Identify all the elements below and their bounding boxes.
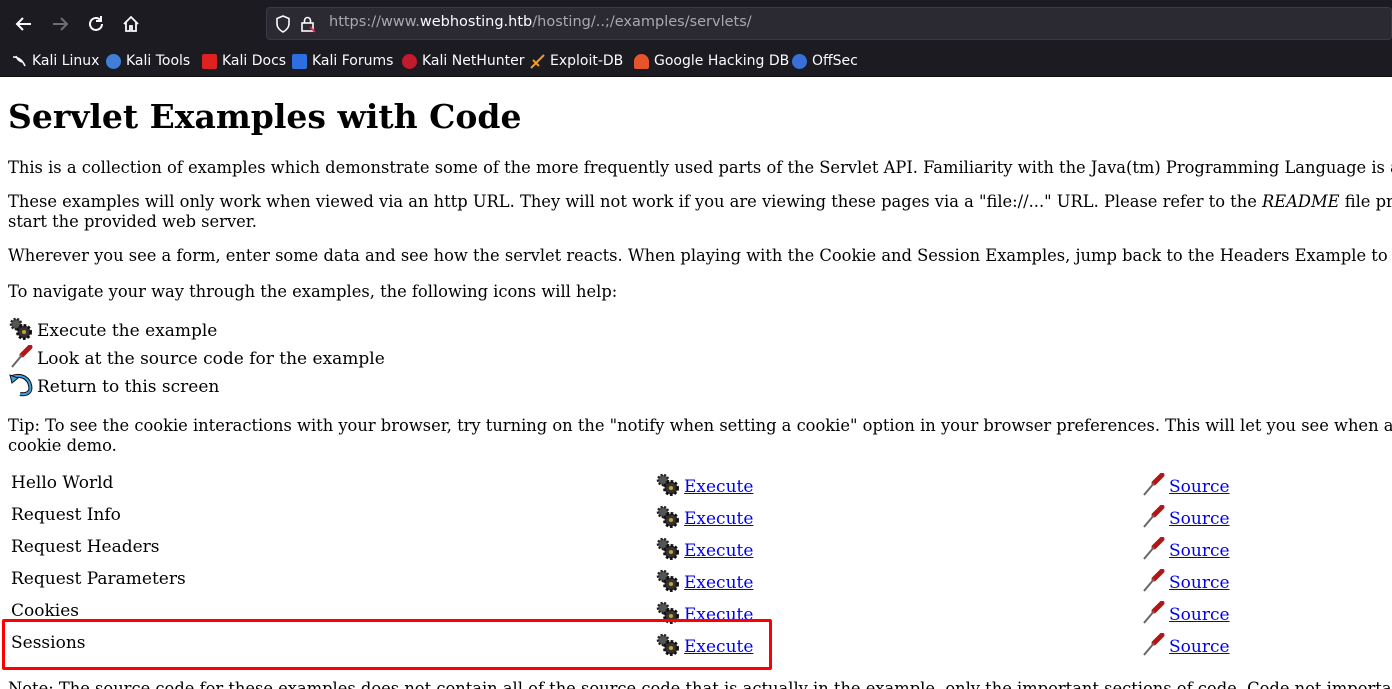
readme-emphasis: README [1262,192,1340,211]
screwdriver-icon [8,344,34,369]
page-content: Servlet Examples with Code This is a col… [0,77,1392,689]
legend-label: Return to this screen [37,377,220,397]
execute-link[interactable]: Execute [684,541,753,561]
source-link[interactable]: Source [1169,477,1230,497]
execute-cell: Execute [655,505,753,529]
lock-icon[interactable] [299,15,317,33]
kali-docs-icon [202,53,217,69]
legend-label: Execute the example [37,321,218,341]
kali-nethunter-icon [402,53,417,69]
form-paragraph: Wherever you see a form, enter some data… [8,246,1392,265]
kali-forums-icon [292,53,307,69]
bookmark-kali-nethunter[interactable]: Kali NetHunter [402,51,524,71]
reload-button[interactable] [82,10,110,38]
example-name-hello-world: Hello World [11,473,114,493]
source-cell: Source [1140,536,1230,561]
screwdriver-icon [1140,632,1166,657]
execute-link[interactable]: Execute [684,573,753,593]
sessions-highlight-box [2,619,772,670]
example-name-request-info: Request Info [11,505,121,525]
source-cell: Source [1140,472,1230,497]
screwdriver-icon [1140,600,1166,625]
tip-paragraph-line2: cookie demo. [8,436,117,455]
source-link[interactable]: Source [1169,509,1230,529]
note-paragraph: Note: The source code for these examples… [8,679,1392,689]
para-text: file provi [1344,192,1392,211]
url-domain: webhosting.htb [419,14,533,30]
example-name-request-headers: Request Headers [11,537,160,557]
browser-toolbar: https://www.webhosting.htb/hosting/..;/e… [0,0,1392,48]
offsec-icon [792,53,807,69]
http-paragraph-line1: These examples will only work when viewe… [8,192,1392,211]
forward-arrow-icon [53,17,69,31]
source-cell: Source [1140,504,1230,529]
bookmark-label: Kali Docs [222,53,287,69]
bookmark-exploit-db[interactable]: Exploit-DB [530,51,623,71]
bookmark-label: Exploit-DB [550,53,624,69]
source-link[interactable]: Source [1169,637,1230,657]
source-cell: Source [1140,600,1230,625]
navigate-paragraph: To navigate your way through the example… [8,282,618,301]
bookmark-kali-linux[interactable]: Kali Linux [12,51,99,71]
bookmark-label: Google Hacking DB [654,53,790,69]
legend-execute: Execute the example [8,317,217,341]
back-arrow-icon [15,17,31,31]
url-path: /hosting/..;/examples/servlets/ [532,14,752,30]
gears-icon [8,317,34,341]
source-link[interactable]: Source [1169,605,1230,625]
execute-cell: Execute [655,537,753,561]
shield-icon[interactable] [275,15,291,33]
gears-icon [655,473,681,497]
execute-link[interactable]: Execute [684,477,753,497]
home-button[interactable] [117,10,145,38]
bookmark-kali-tools[interactable]: Kali Tools [106,51,190,71]
intro-paragraph: This is a collection of examples which d… [8,158,1392,177]
bookmark-label: Kali NetHunter [422,53,525,69]
ghdb-icon [634,53,649,69]
legend-source: Look at the source code for the example [8,344,385,369]
back-button[interactable] [10,10,38,38]
bookmarks-toolbar: Kali Linux Kali Tools Kali Docs Kali For… [0,48,1392,77]
source-cell: Source [1140,632,1230,657]
bookmark-label: Kali Tools [126,53,191,69]
gears-icon [655,569,681,593]
kali-dragon-icon [12,54,27,69]
screwdriver-icon [1140,504,1166,529]
http-paragraph-line2: start the provided web server. [8,212,257,231]
bookmark-offsec[interactable]: OffSec [792,51,858,71]
url-prefix: https://www. [329,14,420,30]
bookmark-label: OffSec [812,53,858,69]
source-cell: Source [1140,568,1230,593]
execute-cell: Execute [655,569,753,593]
gears-icon [655,537,681,561]
execute-link[interactable]: Execute [684,509,753,529]
execute-cell: Execute [655,473,753,497]
gears-icon [655,505,681,529]
source-link[interactable]: Source [1169,573,1230,593]
tip-paragraph-line1: Tip: To see the cookie interactions with… [8,416,1392,435]
exploit-db-icon [530,53,545,69]
screwdriver-icon [1140,472,1166,497]
bookmark-kali-forums[interactable]: Kali Forums [292,51,393,71]
legend-label: Look at the source code for the example [37,349,385,369]
kali-tools-icon [106,53,121,69]
forward-button[interactable] [46,10,74,38]
bookmark-label: Kali Linux [32,53,100,69]
screwdriver-icon [1140,536,1166,561]
reload-icon [89,16,103,31]
home-icon [123,15,139,32]
source-link[interactable]: Source [1169,541,1230,561]
page-title: Servlet Examples with Code [8,97,522,136]
address-bar[interactable]: https://www.webhosting.htb/hosting/..;/e… [266,7,1392,40]
para-text: These examples will only work when viewe… [8,192,1263,211]
example-name-cookies: Cookies [11,601,79,621]
screwdriver-icon [1140,568,1166,593]
bookmark-kali-docs[interactable]: Kali Docs [202,51,286,71]
example-name-request-parameters: Request Parameters [11,569,186,589]
bookmark-google-hacking-db[interactable]: Google Hacking DB [634,51,789,71]
legend-return: Return to this screen [8,373,219,397]
url-text[interactable]: https://www.webhosting.htb/hosting/..;/e… [329,14,752,30]
return-arrow-icon [8,373,34,397]
bookmark-label: Kali Forums [312,53,394,69]
